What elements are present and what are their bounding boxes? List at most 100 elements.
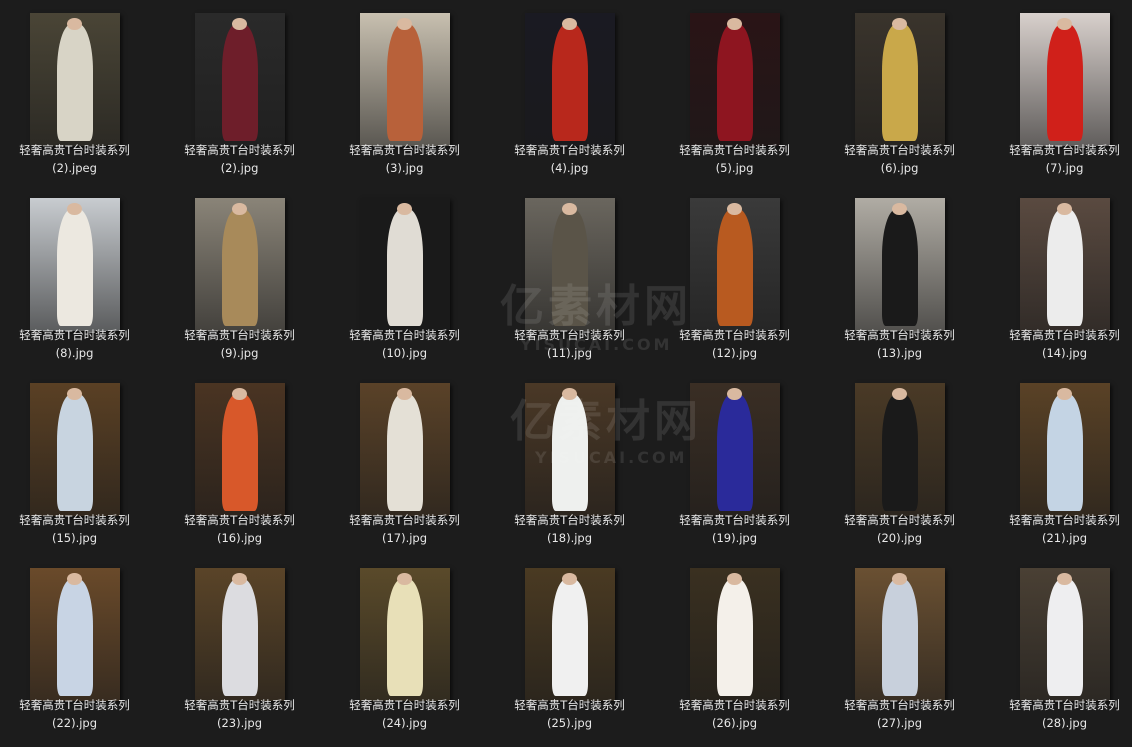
file-item[interactable]: 轻奢高贵T台时装系列 (9).jpg — [157, 185, 322, 370]
file-name[interactable]: 轻奢高贵T台时装系列 (2).jpg — [157, 141, 322, 177]
file-name-line1: 轻奢高贵T台时装系列 — [1009, 328, 1120, 342]
file-name[interactable]: 轻奢高贵T台时装系列 (3).jpg — [322, 141, 487, 177]
file-name[interactable]: 轻奢高贵T台时装系列 (11).jpg — [487, 326, 652, 362]
file-name[interactable]: 轻奢高贵T台时装系列 (23).jpg — [157, 696, 322, 732]
file-name-line2: (6).jpg — [880, 161, 919, 175]
file-name[interactable]: 轻奢高贵T台时装系列 (27).jpg — [817, 696, 982, 732]
image-thumbnail[interactable] — [29, 383, 120, 516]
file-name[interactable]: 轻奢高贵T台时装系列 (24).jpg — [322, 696, 487, 732]
image-thumbnail[interactable] — [854, 198, 945, 331]
file-item[interactable]: 轻奢高贵T台时装系列 (2).jpeg — [0, 0, 157, 185]
image-thumbnail[interactable] — [854, 568, 945, 701]
file-item[interactable]: 轻奢高贵T台时装系列 (8).jpg — [0, 185, 157, 370]
file-item[interactable]: 轻奢高贵T台时装系列 (20).jpg — [817, 370, 982, 555]
file-item[interactable]: 轻奢高贵T台时装系列 (14).jpg — [982, 185, 1132, 370]
file-name-line1: 轻奢高贵T台时装系列 — [184, 143, 295, 157]
file-item[interactable]: 轻奢高贵T台时装系列 (6).jpg — [817, 0, 982, 185]
file-name[interactable]: 轻奢高贵T台时装系列 (17).jpg — [322, 511, 487, 547]
image-thumbnail[interactable] — [359, 383, 450, 516]
image-thumbnail[interactable] — [854, 383, 945, 516]
file-name[interactable]: 轻奢高贵T台时装系列 (12).jpg — [652, 326, 817, 362]
image-thumbnail[interactable] — [1019, 198, 1110, 331]
file-name[interactable]: 轻奢高贵T台时装系列 (21).jpg — [982, 511, 1132, 547]
file-name[interactable]: 轻奢高贵T台时装系列 (15).jpg — [0, 511, 157, 547]
file-item[interactable]: 轻奢高贵T台时装系列 (23).jpg — [157, 555, 322, 740]
image-thumbnail[interactable] — [1019, 383, 1110, 516]
image-thumbnail[interactable] — [524, 13, 615, 146]
file-name-line1: 轻奢高贵T台时装系列 — [184, 513, 295, 527]
image-thumbnail[interactable] — [194, 383, 285, 516]
file-name-line2: (13).jpg — [876, 346, 923, 360]
file-name[interactable]: 轻奢高贵T台时装系列 (9).jpg — [157, 326, 322, 362]
thumbnail-figure — [716, 393, 753, 511]
file-name[interactable]: 轻奢高贵T台时装系列 (14).jpg — [982, 326, 1132, 362]
image-thumbnail[interactable] — [689, 568, 780, 701]
image-thumbnail[interactable] — [524, 383, 615, 516]
file-name-line2: (20).jpg — [876, 531, 923, 545]
image-thumbnail[interactable] — [29, 198, 120, 331]
image-thumbnail[interactable] — [689, 13, 780, 146]
file-item[interactable]: 轻奢高贵T台时装系列 (28).jpg — [982, 555, 1132, 740]
file-item[interactable]: 轻奢高贵T台时装系列 (21).jpg — [982, 370, 1132, 555]
file-name[interactable]: 轻奢高贵T台时装系列 (19).jpg — [652, 511, 817, 547]
image-thumbnail[interactable] — [359, 568, 450, 701]
thumbnail-figure — [56, 23, 93, 141]
image-thumbnail[interactable] — [524, 198, 615, 331]
file-item[interactable]: 轻奢高贵T台时装系列 (5).jpg — [652, 0, 817, 185]
file-item[interactable]: 轻奢高贵T台时装系列 (4).jpg — [487, 0, 652, 185]
image-thumbnail[interactable] — [689, 383, 780, 516]
image-thumbnail[interactable] — [524, 568, 615, 701]
file-item[interactable]: 轻奢高贵T台时装系列 (2).jpg — [157, 0, 322, 185]
file-item[interactable]: 轻奢高贵T台时装系列 (13).jpg — [817, 185, 982, 370]
file-name[interactable]: 轻奢高贵T台时装系列 (25).jpg — [487, 696, 652, 732]
file-name[interactable]: 轻奢高贵T台时装系列 (20).jpg — [817, 511, 982, 547]
file-name-line1: 轻奢高贵T台时装系列 — [349, 328, 460, 342]
file-name[interactable]: 轻奢高贵T台时装系列 (6).jpg — [817, 141, 982, 177]
image-thumbnail[interactable] — [194, 198, 285, 331]
file-item[interactable]: 轻奢高贵T台时装系列 (25).jpg — [487, 555, 652, 740]
file-name[interactable]: 轻奢高贵T台时装系列 (5).jpg — [652, 141, 817, 177]
image-thumbnail[interactable] — [194, 568, 285, 701]
file-item[interactable]: 轻奢高贵T台时装系列 (16).jpg — [157, 370, 322, 555]
file-item[interactable]: 轻奢高贵T台时装系列 (17).jpg — [322, 370, 487, 555]
image-thumbnail[interactable] — [1019, 13, 1110, 146]
image-thumbnail[interactable] — [854, 13, 945, 146]
file-name[interactable]: 轻奢高贵T台时装系列 (28).jpg — [982, 696, 1132, 732]
image-thumbnail[interactable] — [689, 198, 780, 331]
file-name[interactable]: 轻奢高贵T台时装系列 (4).jpg — [487, 141, 652, 177]
file-item[interactable]: 轻奢高贵T台时装系列 (22).jpg — [0, 555, 157, 740]
file-item[interactable]: 轻奢高贵T台时装系列 (7).jpg — [982, 0, 1132, 185]
file-item[interactable]: 轻奢高贵T台时装系列 (27).jpg — [817, 555, 982, 740]
file-name-line1: 轻奢高贵T台时装系列 — [1009, 143, 1120, 157]
file-name[interactable]: 轻奢高贵T台时装系列 (13).jpg — [817, 326, 982, 362]
file-name[interactable]: 轻奢高贵T台时装系列 (22).jpg — [0, 696, 157, 732]
file-item[interactable]: 轻奢高贵T台时装系列 (12).jpg — [652, 185, 817, 370]
image-thumbnail[interactable] — [359, 198, 450, 331]
image-thumbnail[interactable] — [194, 13, 285, 146]
image-thumbnail[interactable] — [1019, 568, 1110, 701]
image-thumbnail[interactable] — [29, 13, 120, 146]
file-name[interactable]: 轻奢高贵T台时装系列 (26).jpg — [652, 696, 817, 732]
image-thumbnail[interactable] — [359, 13, 450, 146]
image-thumbnail[interactable] — [29, 568, 120, 701]
file-name[interactable]: 轻奢高贵T台时装系列 (7).jpg — [982, 141, 1132, 177]
thumbnail-figure — [881, 208, 918, 326]
file-name-line2: (27).jpg — [876, 716, 923, 730]
file-name[interactable]: 轻奢高贵T台时装系列 (8).jpg — [0, 326, 157, 362]
file-item[interactable]: 轻奢高贵T台时装系列 (26).jpg — [652, 555, 817, 740]
file-name-line2: (25).jpg — [546, 716, 593, 730]
file-name-line1: 轻奢高贵T台时装系列 — [679, 143, 790, 157]
file-item[interactable]: 轻奢高贵T台时装系列 (19).jpg — [652, 370, 817, 555]
file-name[interactable]: 轻奢高贵T台时装系列 (10).jpg — [322, 326, 487, 362]
file-item[interactable]: 轻奢高贵T台时装系列 (15).jpg — [0, 370, 157, 555]
file-item[interactable]: 轻奢高贵T台时装系列 (24).jpg — [322, 555, 487, 740]
file-name[interactable]: 轻奢高贵T台时装系列 (18).jpg — [487, 511, 652, 547]
file-item[interactable]: 轻奢高贵T台时装系列 (10).jpg — [322, 185, 487, 370]
file-name[interactable]: 轻奢高贵T台时装系列 (2).jpeg — [0, 141, 157, 177]
file-item[interactable]: 轻奢高贵T台时装系列 (3).jpg — [322, 0, 487, 185]
file-name[interactable]: 轻奢高贵T台时装系列 (16).jpg — [157, 511, 322, 547]
file-name-line1: 轻奢高贵T台时装系列 — [514, 328, 625, 342]
file-item[interactable]: 轻奢高贵T台时装系列 (11).jpg — [487, 185, 652, 370]
file-item[interactable]: 轻奢高贵T台时装系列 (18).jpg — [487, 370, 652, 555]
thumbnail-figure — [56, 393, 93, 511]
